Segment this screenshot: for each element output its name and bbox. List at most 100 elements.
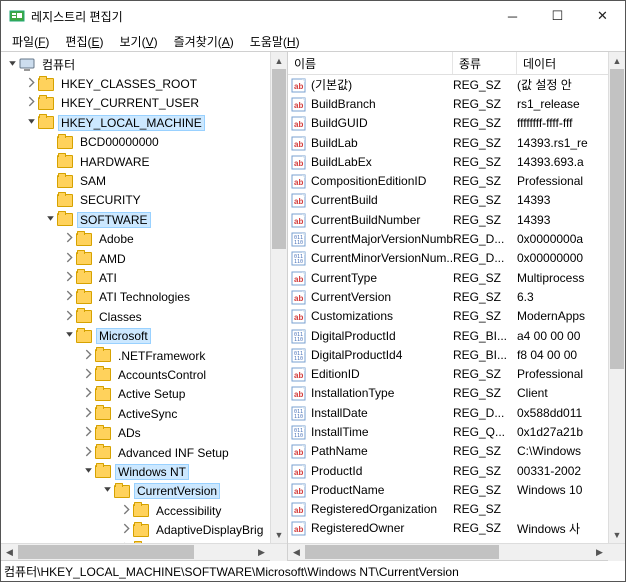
- list-row[interactable]: abProductNameREG_SZWindows 10: [288, 480, 625, 499]
- tree-item[interactable]: HKEY_CURRENT_USER: [1, 94, 287, 113]
- list-row[interactable]: abCurrentTypeREG_SZMultiprocess: [288, 268, 625, 287]
- tree-item[interactable]: SAM: [1, 171, 287, 190]
- chevron-right-icon[interactable]: [62, 290, 76, 304]
- list-row[interactable]: abCompositionEditionIDREG_SZProfessional: [288, 171, 625, 190]
- tree-item[interactable]: Microsoft: [1, 326, 287, 345]
- tree-item[interactable]: ADs: [1, 423, 287, 442]
- chevron-right-icon[interactable]: [81, 349, 95, 363]
- close-button[interactable]: ✕: [580, 1, 625, 31]
- col-header-name[interactable]: 이름: [288, 52, 453, 74]
- list-row[interactable]: abRegisteredOwnerREG_SZWindows 사: [288, 519, 625, 538]
- list-row[interactable]: ab(기본값)REG_SZ(값 설정 안: [288, 75, 625, 94]
- list-row[interactable]: abInstallationTypeREG_SZClient: [288, 384, 625, 403]
- tree-item[interactable]: HKEY_LOCAL_MACHINE: [1, 113, 287, 132]
- tree-item[interactable]: ActiveSync: [1, 404, 287, 423]
- tree-item[interactable]: HARDWARE: [1, 152, 287, 171]
- list-row[interactable]: abEditionIDREG_SZProfessional: [288, 364, 625, 383]
- list-row[interactable]: abRegisteredOrganizationREG_SZ: [288, 500, 625, 519]
- list-hscrollbar[interactable]: ◀ ▶: [288, 543, 625, 560]
- tree-vscrollbar[interactable]: ▲ ▼: [270, 52, 287, 543]
- chevron-down-icon[interactable]: [5, 58, 19, 72]
- tree-item[interactable]: SOFTWARE: [1, 210, 287, 229]
- chevron-right-icon[interactable]: [62, 310, 76, 324]
- tree-item[interactable]: HKEY_CLASSES_ROOT: [1, 74, 287, 93]
- tree-item[interactable]: Classes: [1, 307, 287, 326]
- string-value-icon: ab: [291, 289, 307, 305]
- chevron-right-icon[interactable]: [81, 407, 95, 421]
- tree-item[interactable]: AccountsControl: [1, 365, 287, 384]
- maximize-button[interactable]: ☐: [535, 1, 580, 31]
- list-row[interactable]: 011110CurrentMinorVersionNum...REG_D...0…: [288, 249, 625, 268]
- tree-item[interactable]: Active Setup: [1, 385, 287, 404]
- chevron-right-icon[interactable]: [62, 232, 76, 246]
- scroll-right-icon[interactable]: ▶: [253, 547, 270, 558]
- chevron-right-icon[interactable]: [81, 426, 95, 440]
- tree-item[interactable]: Advanced INF Setup: [1, 443, 287, 462]
- chevron-down-icon[interactable]: [24, 116, 38, 130]
- tree-item[interactable]: ATI Technologies: [1, 288, 287, 307]
- list-row[interactable]: 011110DigitalProductIdREG_BI...a4 00 00 …: [288, 326, 625, 345]
- chevron-down-icon[interactable]: [43, 213, 57, 227]
- scroll-up-icon[interactable]: ▲: [271, 52, 287, 69]
- tree-item[interactable]: ATI: [1, 268, 287, 287]
- chevron-right-icon[interactable]: [24, 96, 38, 110]
- menu-a[interactable]: 즐겨찾기(A): [168, 31, 240, 52]
- list-row[interactable]: abPathNameREG_SZC:\Windows: [288, 442, 625, 461]
- titlebar[interactable]: 레지스트리 편집기 ─ ☐ ✕: [1, 1, 625, 31]
- scroll-left-icon[interactable]: ◀: [1, 547, 18, 558]
- scroll-down-icon[interactable]: ▼: [609, 526, 625, 543]
- list-vscrollbar[interactable]: ▲ ▼: [608, 52, 625, 543]
- scroll-left-icon[interactable]: ◀: [288, 547, 305, 558]
- menu-f[interactable]: 파일(F): [6, 31, 55, 52]
- tree-item[interactable]: BCD00000000: [1, 133, 287, 152]
- scroll-thumb[interactable]: [610, 69, 624, 369]
- chevron-right-icon[interactable]: [81, 368, 95, 382]
- tree-item[interactable]: Accessibility: [1, 501, 287, 520]
- menu-h[interactable]: 도움말(H): [244, 31, 306, 52]
- menu-v[interactable]: 보기(V): [114, 31, 164, 52]
- scroll-down-icon[interactable]: ▼: [271, 526, 287, 543]
- chevron-right-icon[interactable]: [24, 77, 38, 91]
- list-row[interactable]: abCustomizationsREG_SZModernApps: [288, 307, 625, 326]
- list-row[interactable]: abBuildLabExREG_SZ14393.693.a: [288, 152, 625, 171]
- list-row[interactable]: abBuildGUIDREG_SZffffffff-ffff-fff: [288, 114, 625, 133]
- chevron-right-icon[interactable]: [62, 271, 76, 285]
- chevron-down-icon[interactable]: [62, 329, 76, 343]
- list-row[interactable]: abCurrentBuildNumberREG_SZ14393: [288, 210, 625, 229]
- chevron-right-icon[interactable]: [81, 387, 95, 401]
- col-header-type[interactable]: 종류: [453, 52, 517, 74]
- minimize-button[interactable]: ─: [490, 1, 535, 31]
- tree-item[interactable]: Windows NT: [1, 462, 287, 481]
- scroll-thumb[interactable]: [305, 545, 499, 559]
- tree-item[interactable]: AdaptiveDisplayBrig: [1, 520, 287, 539]
- tree-item[interactable]: Adobe: [1, 230, 287, 249]
- list-row[interactable]: 011110CurrentMajorVersionNumb...REG_D...…: [288, 229, 625, 248]
- list-row[interactable]: abProductIdREG_SZ00331-2002: [288, 461, 625, 480]
- tree-item[interactable]: .NETFramework: [1, 346, 287, 365]
- chevron-right-icon[interactable]: [119, 523, 133, 537]
- chevron-right-icon[interactable]: [119, 504, 133, 518]
- list-row[interactable]: abCurrentBuildREG_SZ14393: [288, 191, 625, 210]
- scroll-thumb[interactable]: [18, 545, 194, 559]
- list-row[interactable]: abBuildBranchREG_SZrs1_release: [288, 94, 625, 113]
- tree-item[interactable]: SECURITY: [1, 191, 287, 210]
- scroll-up-icon[interactable]: ▲: [609, 52, 625, 69]
- chevron-right-icon[interactable]: [81, 446, 95, 460]
- chevron-down-icon[interactable]: [81, 465, 95, 479]
- list-row[interactable]: 011110InstallTimeREG_Q...0x1d27a21b: [288, 422, 625, 441]
- list-row[interactable]: abCurrentVersionREG_SZ6.3: [288, 287, 625, 306]
- menu-e[interactable]: 편집(E): [59, 31, 109, 52]
- list-row[interactable]: 011110DigitalProductId4REG_BI...f8 04 00…: [288, 345, 625, 364]
- chevron-right-icon[interactable]: [62, 252, 76, 266]
- value-type: REG_SZ: [453, 271, 517, 285]
- scroll-right-icon[interactable]: ▶: [591, 547, 608, 558]
- tree-item[interactable]: 컴퓨터: [1, 55, 287, 74]
- tree-hscrollbar[interactable]: ◀ ▶: [1, 543, 287, 560]
- list-row[interactable]: 011110InstallDateREG_D...0x588dd011: [288, 403, 625, 422]
- tree-item[interactable]: AMD: [1, 249, 287, 268]
- string-value-icon: ab: [291, 463, 307, 479]
- chevron-down-icon[interactable]: [100, 484, 114, 498]
- tree-item[interactable]: CurrentVersion: [1, 482, 287, 501]
- scroll-thumb[interactable]: [272, 69, 286, 249]
- list-row[interactable]: abBuildLabREG_SZ14393.rs1_re: [288, 133, 625, 152]
